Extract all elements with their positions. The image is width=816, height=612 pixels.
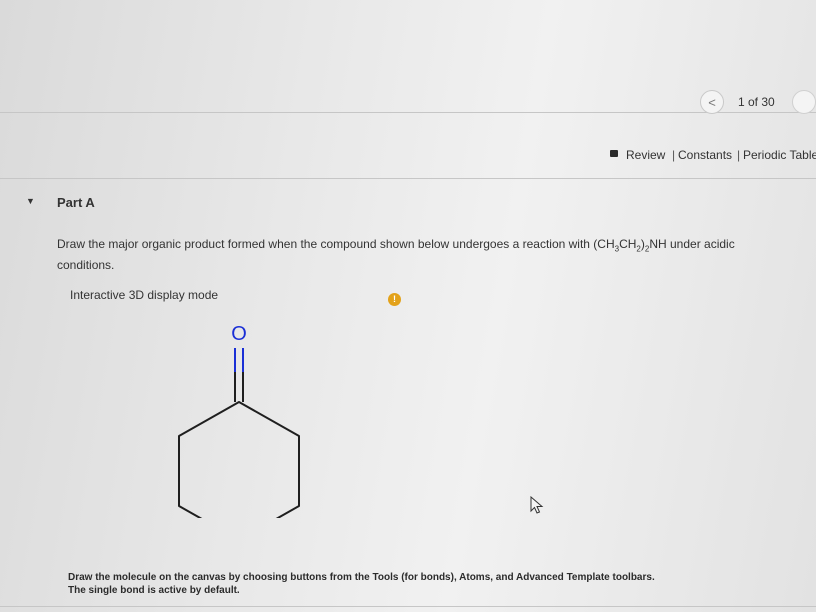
- chevron-left-icon: <: [708, 94, 716, 110]
- previous-question-button[interactable]: <: [700, 90, 724, 114]
- top-divider: [0, 112, 816, 113]
- instruction-line: Draw the molecule on the canvas by choos…: [68, 572, 655, 583]
- cyclohexane-ring: [178, 401, 300, 518]
- review-link[interactable]: Review: [626, 148, 665, 162]
- next-question-button[interactable]: [792, 90, 816, 114]
- resources-bar: Review | Constants | Periodic Table: [600, 146, 816, 166]
- bottom-divider: [0, 606, 816, 607]
- part-title[interactable]: Part A: [57, 195, 95, 210]
- mouse-pointer-icon: [530, 496, 544, 514]
- question-text: Draw the major organic product formed wh…: [57, 237, 735, 273]
- separator: |: [672, 148, 676, 162]
- periodic-table-link[interactable]: Periodic Table: [743, 148, 816, 162]
- header-divider: [0, 178, 816, 179]
- question-navigation: < 1 of 30: [696, 88, 816, 120]
- info-icon[interactable]: !: [388, 293, 401, 306]
- separator: |: [737, 148, 741, 162]
- molecule-structure[interactable]: O: [160, 318, 320, 518]
- book-icon: [610, 150, 618, 157]
- question-counter: 1 of 30: [738, 95, 775, 109]
- collapse-caret-icon[interactable]: ▼: [26, 196, 35, 206]
- oxygen-atom-label: O: [231, 323, 247, 345]
- drawing-instructions: Draw the molecule on the canvas by choos…: [68, 571, 808, 597]
- constants-link[interactable]: Constants: [678, 148, 732, 162]
- instruction-line: The single bond is active by default.: [68, 585, 240, 596]
- display-mode-label[interactable]: Interactive 3D display mode: [70, 288, 218, 302]
